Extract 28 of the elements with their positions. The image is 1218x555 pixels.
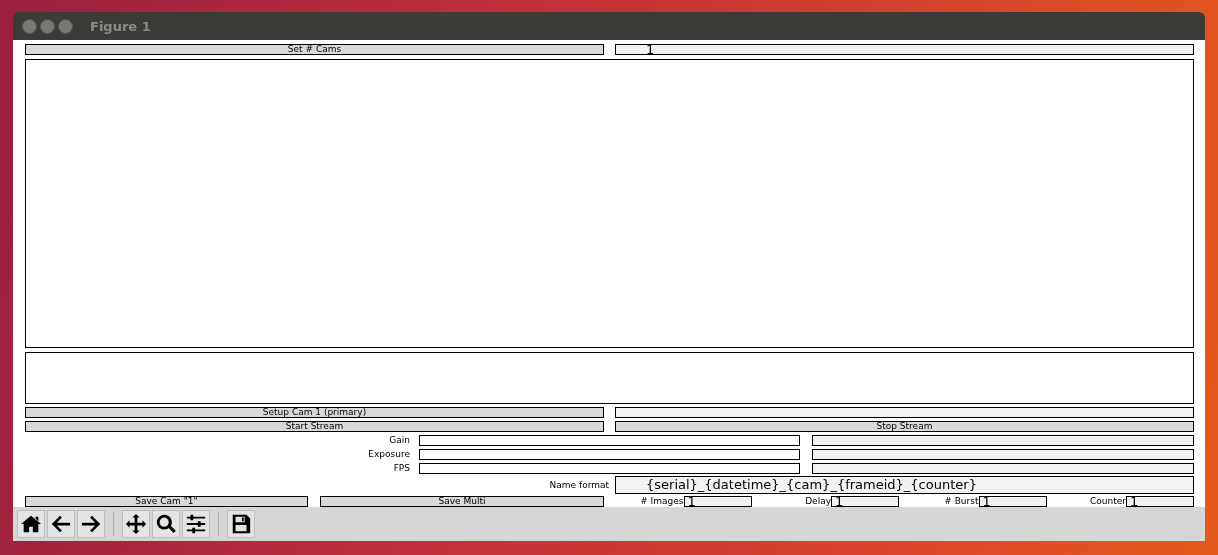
input-field[interactable]: 1 (683, 496, 752, 507)
input-field[interactable]: {serial}_{datetime}_{cam}_{frameid}_{counter} (615, 476, 1194, 494)
close-icon[interactable] (22, 18, 37, 34)
input-field[interactable]: 1 (831, 496, 899, 507)
move-icon[interactable] (122, 510, 150, 538)
input-field[interactable]: 1 (615, 44, 1194, 55)
field-label: Delay (805, 496, 831, 507)
stop-stream-button[interactable]: Stop Stream (615, 421, 1194, 432)
input-field[interactable]: 1 (1126, 496, 1194, 507)
home-icon[interactable] (17, 510, 45, 538)
field-label: FPS (393, 463, 410, 474)
set-cams-button[interactable]: Set # Cams (25, 44, 604, 55)
start-stream-button[interactable]: Start Stream (25, 421, 604, 432)
minimize-icon[interactable] (40, 18, 55, 34)
window-title: Figure 1 (90, 18, 151, 34)
field-label: Counter (1090, 496, 1126, 507)
sliders-icon[interactable] (182, 510, 210, 538)
save-button[interactable]: Save Cam "1" (25, 496, 308, 507)
field-label: # Burst (944, 496, 979, 507)
save-button[interactable]: Save Multi (320, 496, 604, 507)
field-label: Gain (389, 435, 410, 446)
search-icon[interactable] (152, 510, 180, 538)
field-label: # Images (640, 496, 684, 507)
maximize-icon[interactable] (58, 18, 73, 34)
setup-cam-button[interactable]: Setup Cam 1 (primary) (25, 407, 604, 418)
input-field[interactable]: 1 (978, 496, 1047, 507)
field-label: Exposure (368, 449, 410, 460)
field-label: Name format (549, 479, 609, 492)
